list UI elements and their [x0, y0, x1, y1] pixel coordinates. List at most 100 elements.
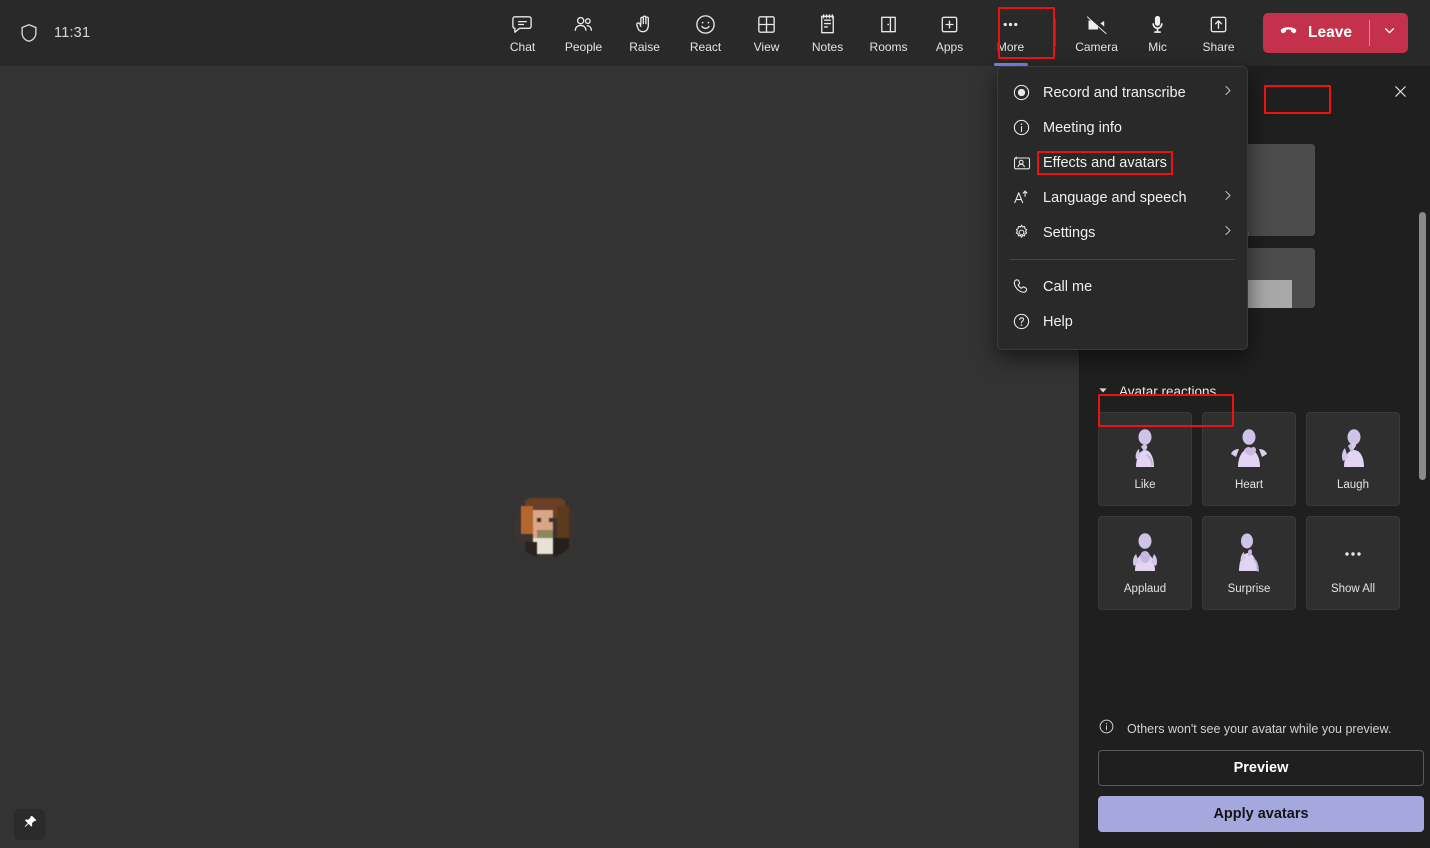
leave-button[interactable]: Leave	[1263, 13, 1369, 53]
menu-item-label: Settings	[1043, 224, 1096, 241]
gear-icon	[1012, 223, 1034, 242]
toolbar-button-label: Notes	[811, 39, 844, 54]
meeting-toolbar: 11:31 Chat People Raise React View Notes…	[0, 0, 1430, 66]
view-grid-icon	[755, 13, 778, 37]
panel-scrollbar[interactable]	[1419, 212, 1426, 480]
more-ellipsis-icon	[1330, 531, 1376, 577]
notes-icon	[816, 13, 839, 37]
preview-button[interactable]: Preview	[1098, 750, 1424, 786]
reaction-tile-label: Laugh	[1337, 479, 1369, 491]
chevron-right-icon	[1220, 83, 1235, 103]
toolbar-button-label: React	[689, 39, 722, 54]
apps-plus-icon	[938, 13, 961, 37]
reaction-tile-label: Surprise	[1227, 583, 1271, 595]
toolbar-divider	[1055, 19, 1057, 47]
toolbar-button-rooms[interactable]: Rooms	[858, 6, 919, 60]
toolbar-left-group: 11:31	[0, 21, 492, 45]
rooms-icon	[877, 13, 900, 37]
menu-item-settings[interactable]: Settings	[998, 215, 1247, 250]
menu-item-meeting-info[interactable]: Meeting info	[998, 110, 1247, 145]
toolbar-button-view[interactable]: View	[736, 6, 797, 60]
toolbar-button-label: Mic	[1148, 39, 1167, 54]
participant-avatar	[513, 494, 577, 558]
close-icon	[1391, 82, 1410, 106]
toolbar-button-react[interactable]: React	[675, 6, 736, 60]
menu-item-label: Record and transcribe	[1043, 84, 1186, 101]
preview-note-label: Others won't see your avatar while you p…	[1127, 722, 1392, 736]
menu-item-language-and-speech[interactable]: Language and speech	[998, 180, 1247, 215]
hangup-phone-icon	[1278, 20, 1299, 46]
menu-item-label: Language and speech	[1043, 189, 1187, 206]
raise-hand-icon	[633, 13, 656, 37]
toolbar-button-more[interactable]: More	[980, 6, 1041, 60]
pin-button[interactable]	[14, 809, 45, 840]
microphone-icon	[1146, 13, 1169, 37]
toolbar-button-label: Chat	[509, 39, 536, 54]
avatar-heart-figure	[1226, 427, 1272, 473]
question-mark-icon	[1012, 312, 1034, 331]
panel-footer: Others won't see your avatar while you p…	[1080, 718, 1430, 848]
leave-button-label: Leave	[1308, 24, 1352, 41]
panel-close-button[interactable]	[1384, 78, 1416, 110]
menu-item-label: Meeting info	[1043, 119, 1122, 136]
toolbar-right-group: Camera Mic Share Leave	[1066, 6, 1430, 60]
toolbar-button-label: People	[564, 39, 603, 54]
avatar-reactions-label: Avatar reactions	[1119, 383, 1217, 399]
more-ellipsis-icon	[999, 13, 1022, 37]
avatar-surprise-figure	[1226, 531, 1272, 577]
reaction-tile-like[interactable]: Like	[1098, 412, 1192, 506]
reaction-tile-label: Show All	[1330, 583, 1376, 595]
menu-item-effects-and-avatars[interactable]: Effects and avatars	[998, 145, 1247, 180]
menu-item-label: Help	[1043, 313, 1073, 330]
menu-divider	[1010, 259, 1235, 260]
more-options-menu: Record and transcribe Meeting info Effec…	[997, 66, 1248, 350]
menu-item-record-and-transcribe[interactable]: Record and transcribe	[998, 75, 1247, 110]
toolbar-button-raise[interactable]: Raise	[614, 6, 675, 60]
avatar-applaud-figure	[1122, 531, 1168, 577]
menu-item-label: Call me	[1043, 278, 1093, 295]
reaction-tile-label: Like	[1134, 479, 1156, 491]
record-circle-icon	[1012, 83, 1034, 102]
react-smiley-icon	[694, 13, 717, 37]
toolbar-button-label: Rooms	[869, 39, 908, 54]
avatar-thumbs-up-figure	[1122, 427, 1168, 473]
meeting-clock: 11:31	[54, 25, 91, 41]
shield-icon	[18, 21, 40, 45]
apply-avatars-button[interactable]: Apply avatars	[1098, 796, 1424, 832]
chat-icon	[511, 13, 534, 37]
menu-item-help[interactable]: Help	[998, 304, 1247, 339]
menu-item-call-me[interactable]: Call me	[998, 269, 1247, 304]
toolbar-button-mic[interactable]: Mic	[1127, 6, 1188, 60]
teams-meeting-window: 11:31 Chat People Raise React View Notes…	[0, 0, 1430, 848]
avatar-reactions-grid: Like Heart Laugh Applaud Surprise Show A…	[1098, 412, 1414, 610]
toolbar-button-label: View	[753, 39, 780, 54]
leave-button-group: Leave	[1263, 13, 1408, 53]
reaction-tile-surprise[interactable]: Surprise	[1202, 516, 1296, 610]
toolbar-button-apps[interactable]: Apps	[919, 6, 980, 60]
avatar-laugh-figure	[1330, 427, 1376, 473]
translate-icon	[1012, 188, 1034, 207]
reaction-tile-heart[interactable]: Heart	[1202, 412, 1296, 506]
reaction-tile-applaud[interactable]: Applaud	[1098, 516, 1192, 610]
toolbar-button-label: Share	[1202, 39, 1235, 54]
toolbar-center-group: Chat People Raise React View Notes Rooms…	[492, 6, 1066, 60]
toolbar-button-notes[interactable]: Notes	[797, 6, 858, 60]
toolbar-button-chat[interactable]: Chat	[492, 6, 553, 60]
camera-off-icon	[1085, 13, 1109, 37]
toolbar-button-share[interactable]: Share	[1188, 6, 1249, 60]
share-up-arrow-icon	[1207, 13, 1230, 37]
info-circle-icon	[1012, 118, 1034, 137]
leave-dropdown-button[interactable]	[1370, 13, 1408, 53]
reaction-tile-laugh[interactable]: Laugh	[1306, 412, 1400, 506]
reaction-tile-show-all[interactable]: Show All	[1306, 516, 1400, 610]
menu-item-label: Effects and avatars	[1037, 150, 1173, 175]
toolbar-button-label: More	[996, 39, 1025, 54]
toolbar-button-label: Camera	[1075, 39, 1118, 54]
toolbar-button-people[interactable]: People	[553, 6, 614, 60]
people-icon	[572, 13, 595, 37]
meeting-stage	[0, 66, 1080, 848]
preview-note: Others won't see your avatar while you p…	[1098, 718, 1414, 740]
avatar-reactions-section-header[interactable]: Avatar reactions	[1098, 382, 1414, 400]
toolbar-button-label: Raise	[629, 39, 660, 54]
toolbar-button-camera[interactable]: Camera	[1066, 6, 1127, 60]
